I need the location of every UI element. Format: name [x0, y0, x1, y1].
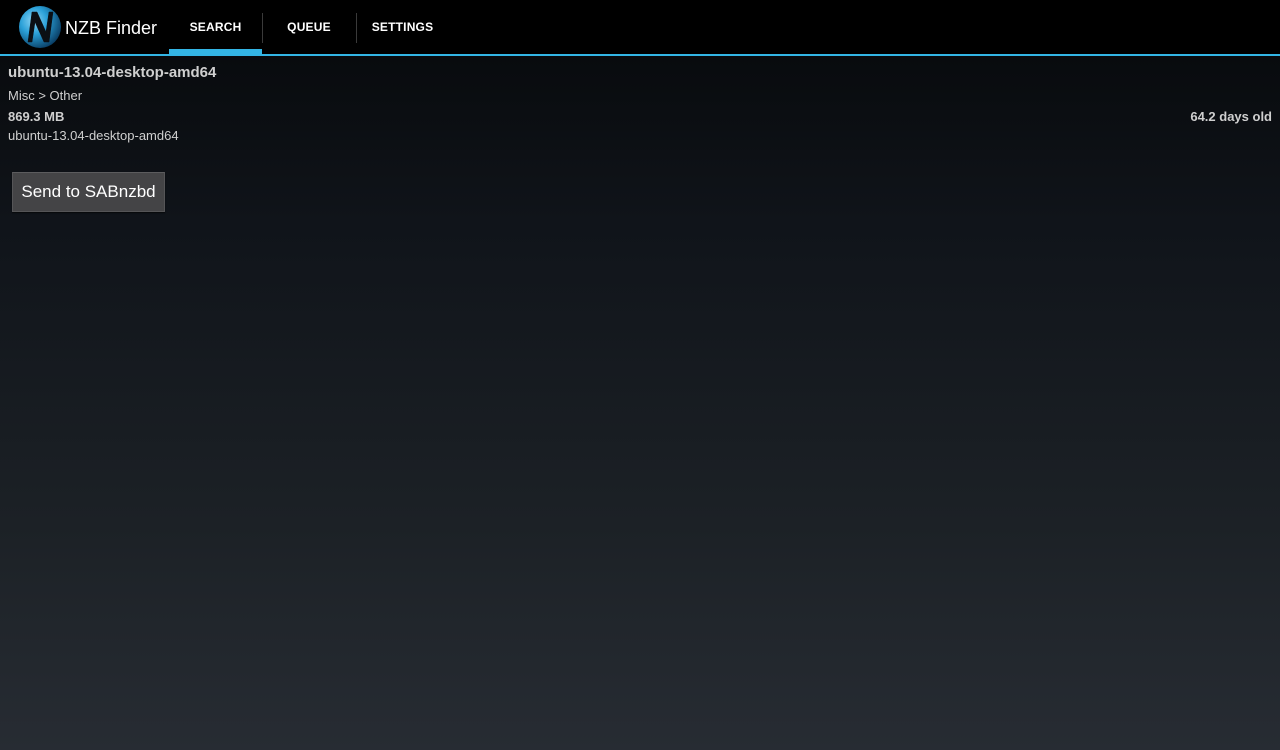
tab-divider [262, 13, 263, 43]
nzb-finder-logo-icon[interactable] [18, 4, 62, 50]
tab-settings[interactable]: SETTINGS [356, 0, 449, 54]
selected-tab-indicator [169, 49, 262, 54]
tab-queue-label: QUEUE [287, 20, 331, 34]
tab-settings-label: SETTINGS [371, 20, 434, 34]
tab-divider [356, 13, 357, 43]
result-size: 869.3 MB [8, 109, 65, 124]
action-bar: NZB Finder SEARCH QUEUE SETTINGS [0, 0, 1280, 56]
app-title: NZB Finder [65, 18, 158, 38]
result-category: Misc > Other [8, 88, 83, 103]
tab-search-label: SEARCH [189, 20, 242, 34]
result-name: ubuntu-13.04-desktop-amd64 [8, 128, 179, 143]
tab-queue[interactable]: QUEUE [262, 0, 356, 54]
result-title: ubuntu-13.04-desktop-amd64 [8, 64, 217, 81]
send-to-sabnzbd-button[interactable]: Send to SABnzbd [12, 172, 165, 212]
result-age: 64.2 days old [1190, 109, 1272, 124]
tab-bar: SEARCH QUEUE SETTINGS [169, 0, 449, 54]
tab-search[interactable]: SEARCH [169, 0, 262, 54]
